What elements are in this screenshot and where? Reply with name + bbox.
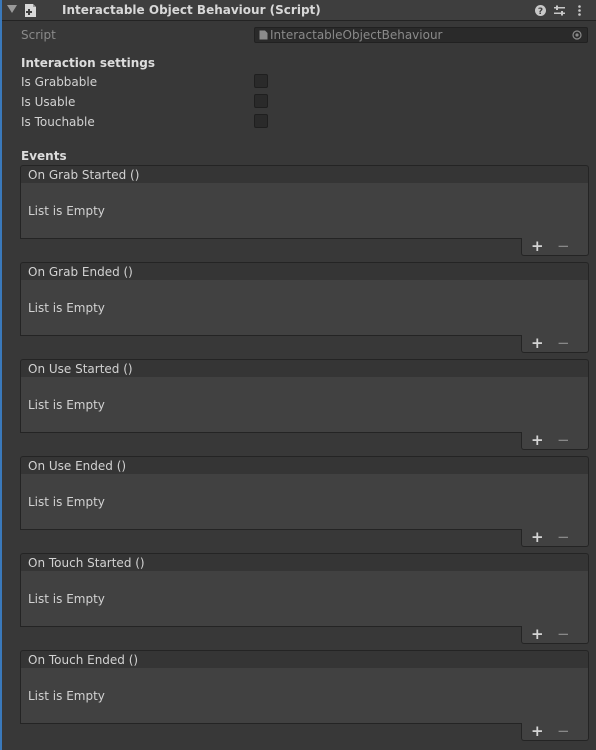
event-on-touch-started: On Touch Started () List is Empty + − [20,553,589,644]
script-object-field[interactable]: InteractableObjectBehaviour [254,27,588,43]
add-listener-button[interactable]: + [531,723,544,740]
event-list: List is Empty [20,183,589,239]
component-header[interactable]: Interactable Object Behaviour (Script) ? [2,0,596,21]
selection-accent-bar [0,0,2,750]
remove-listener-button[interactable]: − [557,626,570,643]
event-title: On Grab Ended () [28,265,133,279]
event-header: On Use Started () [20,359,589,378]
interaction-settings-heading: Interaction settings [21,56,155,70]
file-icon [259,30,268,40]
is-touchable-label: Is Touchable [21,115,95,129]
add-listener-button[interactable]: + [531,626,544,643]
svg-text:?: ? [538,7,543,17]
list-footer: + − [521,335,589,353]
list-empty-text: List is Empty [28,398,105,412]
event-title: On Grab Started () [28,168,140,182]
is-usable-label: Is Usable [21,95,76,109]
script-object-name: InteractableObjectBehaviour [270,28,443,42]
event-header: On Grab Started () [20,165,589,184]
list-empty-text: List is Empty [28,301,105,315]
event-header: On Touch Started () [20,553,589,572]
presets-icon[interactable] [553,4,566,17]
event-on-touch-ended: On Touch Ended () List is Empty + − [20,650,589,741]
list-empty-text: List is Empty [28,495,105,509]
add-listener-button[interactable]: + [531,432,544,449]
foldout-arrow-icon[interactable] [7,5,17,13]
list-empty-text: List is Empty [28,689,105,703]
is-grabbable-checkbox[interactable] [254,74,268,88]
is-touchable-checkbox[interactable] [254,114,268,128]
is-grabbable-label: Is Grabbable [21,75,98,89]
list-footer: + − [521,529,589,547]
script-icon [25,4,36,17]
component-title: Interactable Object Behaviour (Script) [62,3,321,17]
event-list: List is Empty [20,474,589,530]
remove-listener-button[interactable]: − [557,529,570,546]
list-empty-text: List is Empty [28,592,105,606]
event-header: On Grab Ended () [20,262,589,281]
event-list: List is Empty [20,668,589,724]
object-picker-icon[interactable] [572,30,582,40]
event-on-use-ended: On Use Ended () List is Empty + − [20,456,589,547]
more-options-icon[interactable] [573,4,586,17]
event-header: On Touch Ended () [20,650,589,669]
event-title: On Touch Ended () [28,653,139,667]
remove-listener-button[interactable]: − [557,432,570,449]
event-list: List is Empty [20,571,589,627]
event-list: List is Empty [20,377,589,433]
remove-listener-button[interactable]: − [557,335,570,352]
event-on-grab-ended: On Grab Ended () List is Empty + − [20,262,589,353]
script-label: Script [21,28,56,42]
list-footer: + − [521,432,589,450]
help-icon[interactable]: ? [534,4,547,17]
remove-listener-button[interactable]: − [557,723,570,740]
list-empty-text: List is Empty [28,204,105,218]
list-footer: + − [521,238,589,256]
add-listener-button[interactable]: + [531,529,544,546]
is-usable-checkbox[interactable] [254,94,268,108]
event-on-use-started: On Use Started () List is Empty + − [20,359,589,450]
add-listener-button[interactable]: + [531,335,544,352]
event-title: On Use Started () [28,362,133,376]
event-list: List is Empty [20,280,589,336]
events-heading: Events [21,149,67,163]
list-footer: + − [521,723,589,741]
event-header: On Use Ended () [20,456,589,475]
list-footer: + − [521,626,589,644]
event-title: On Touch Started () [28,556,145,570]
remove-listener-button[interactable]: − [557,238,570,255]
event-on-grab-started: On Grab Started () List is Empty + − [20,165,589,256]
event-title: On Use Ended () [28,459,127,473]
add-listener-button[interactable]: + [531,238,544,255]
